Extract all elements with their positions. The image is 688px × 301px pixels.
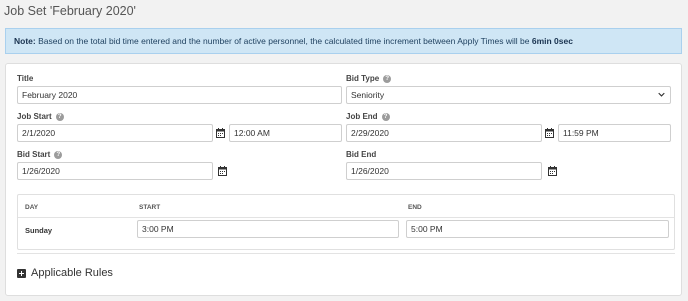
table-row-day: Sunday bbox=[25, 226, 53, 235]
bid-type-label-text: Bid Type bbox=[346, 74, 380, 83]
question-circle-icon[interactable]: ? bbox=[381, 112, 390, 121]
calendar-icon[interactable] bbox=[216, 128, 225, 138]
question-circle-icon[interactable]: ? bbox=[54, 150, 63, 159]
schedule-table: DAY START END Sunday 3:00 PM 5:00 PM bbox=[17, 194, 675, 250]
job-start-date-input[interactable]: 2/1/2020 bbox=[17, 124, 213, 142]
end-time-input[interactable]: 5:00 PM bbox=[406, 220, 669, 238]
question-circle-icon[interactable]: ? bbox=[383, 74, 392, 83]
end-column-header: END bbox=[408, 204, 422, 211]
calendar-icon[interactable] bbox=[548, 166, 557, 176]
job-start-time-input[interactable]: 12:00 AM bbox=[229, 124, 342, 142]
note-label: Note: bbox=[14, 36, 36, 46]
table-divider bbox=[18, 217, 674, 218]
section-divider bbox=[17, 253, 675, 254]
bid-end-date-input[interactable]: 1/26/2020 bbox=[346, 162, 542, 180]
calendar-icon[interactable] bbox=[545, 128, 554, 138]
title-label: Title bbox=[17, 74, 33, 83]
job-end-time-input[interactable]: 11:59 PM bbox=[558, 124, 671, 142]
bid-type-label: Bid Type ? bbox=[346, 74, 392, 83]
job-end-label: Job End ? bbox=[346, 112, 390, 121]
job-start-label: Job Start ? bbox=[17, 112, 64, 121]
info-note: Note: Based on the total bid time entere… bbox=[5, 28, 682, 54]
chevron-down-icon bbox=[658, 92, 665, 97]
bid-end-label: Bid End bbox=[346, 150, 376, 159]
bid-end-label-text: Bid End bbox=[346, 150, 377, 159]
question-circle-icon[interactable]: ? bbox=[55, 112, 64, 121]
title-label-text: Title bbox=[17, 74, 34, 83]
calendar-icon[interactable] bbox=[218, 166, 227, 176]
bid-start-label: Bid Start ? bbox=[17, 150, 63, 159]
applicable-rules-toggle[interactable]: Applicable Rules bbox=[17, 267, 113, 279]
bid-start-date-input[interactable]: 1/26/2020 bbox=[17, 162, 213, 180]
job-set-panel: Title February 2020 Bid Type ? Seniority… bbox=[5, 63, 682, 296]
start-column-header: START bbox=[139, 204, 161, 211]
page-title: Job Set 'February 2020' bbox=[4, 4, 136, 18]
job-end-date-input[interactable]: 2/29/2020 bbox=[346, 124, 542, 142]
title-input[interactable]: February 2020 bbox=[17, 86, 342, 104]
bid-start-label-text: Bid Start bbox=[17, 150, 51, 159]
start-time-input[interactable]: 3:00 PM bbox=[137, 220, 399, 238]
day-column-header: DAY bbox=[25, 204, 39, 211]
note-text: Based on the total bid time entered and … bbox=[35, 36, 532, 46]
applicable-rules-label: Applicable Rules bbox=[31, 267, 113, 279]
job-start-label-text: Job Start bbox=[17, 112, 52, 121]
bid-type-value: Seniority bbox=[351, 90, 385, 100]
note-increment: 6min 0sec bbox=[531, 36, 573, 46]
job-end-label-text: Job End bbox=[346, 112, 378, 121]
plus-square-icon bbox=[17, 268, 26, 278]
bid-type-select[interactable]: Seniority bbox=[346, 86, 671, 104]
